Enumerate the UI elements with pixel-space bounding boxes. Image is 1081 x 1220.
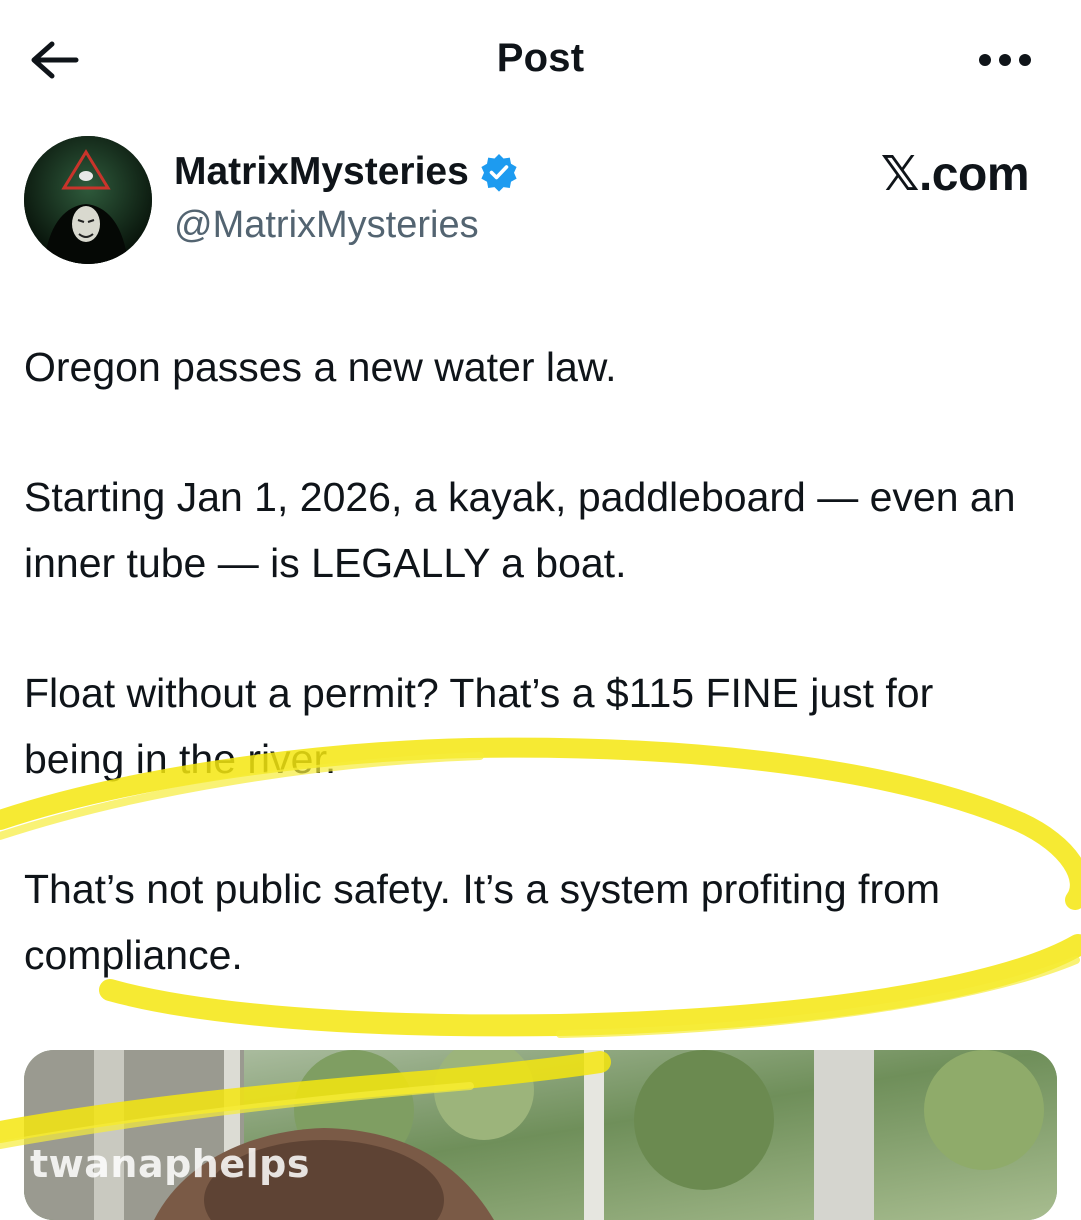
media-thumbnail — [24, 1050, 1057, 1220]
post-paragraph: Oregon passes a new water law. — [24, 344, 617, 390]
media-watermark: twanaphelps — [30, 1142, 310, 1186]
page-title: Post — [496, 36, 585, 80]
avatar-image — [24, 136, 152, 264]
post-paragraph: Float without a permit? That’s a $115 FI… — [24, 670, 934, 782]
post-text: Oregon passes a new water law. Starting … — [24, 334, 1034, 1052]
more-options-button[interactable] — [975, 44, 1035, 76]
top-bar: Post — [0, 0, 1081, 120]
author-name[interactable]: MatrixMysteries — [174, 150, 519, 194]
media-video[interactable]: twanaphelps — [24, 1050, 1057, 1220]
more-horizontal-icon — [979, 54, 1031, 66]
author-handle[interactable]: @MatrixMysteries — [174, 204, 479, 247]
author-name-text: MatrixMysteries — [174, 150, 469, 193]
verified-badge-icon — [481, 154, 517, 192]
post-paragraph: Starting Jan 1, 2026, a kayak, paddleboa… — [24, 474, 1016, 586]
post-paragraph: That’s not public safety. It’s a system … — [24, 866, 941, 978]
avatar[interactable] — [24, 136, 152, 264]
source-label: 𝕏.com — [880, 148, 1030, 201]
